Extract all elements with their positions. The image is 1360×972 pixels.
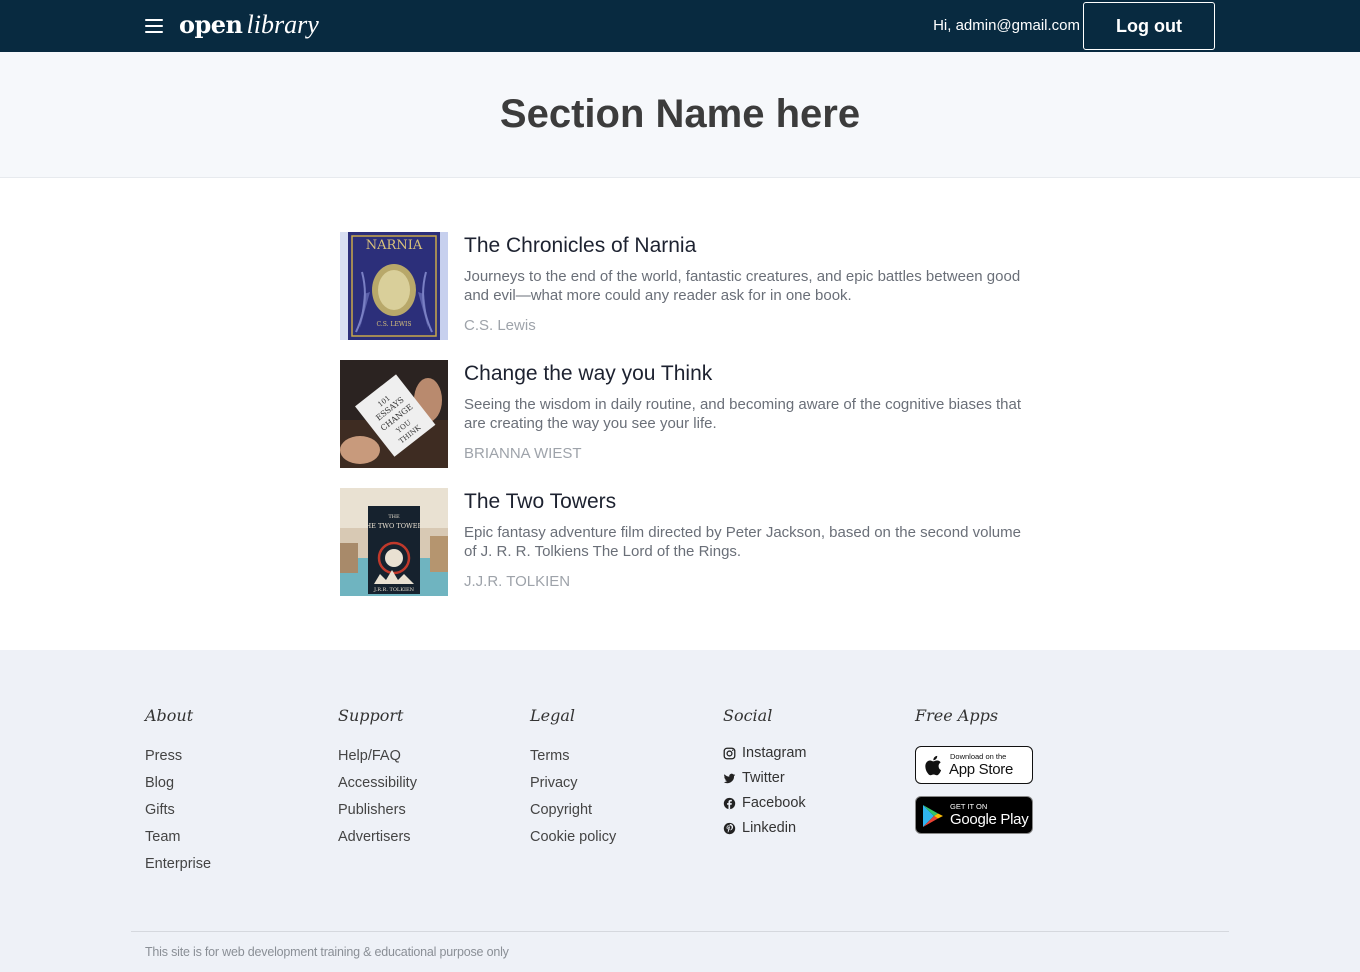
facebook-icon [723,797,736,809]
footer-apps-column: Free Apps Download on the App Store GET … [915,706,1033,846]
footer-link-publishers[interactable]: Publishers [338,801,417,819]
footer-link-advertisers[interactable]: Advertisers [338,828,417,846]
apple-icon [925,755,942,776]
svg-text:J.R.R. TOLKIEN: J.R.R. TOLKIEN [373,587,415,593]
footer-about-column: About Press Blog Gifts Team Enterprise [145,706,211,882]
footer-legal-column: Legal Terms Privacy Copyright Cookie pol… [530,706,616,855]
book-title[interactable]: The Chronicles of Narnia [464,234,696,258]
section-title: Section Name here [499,92,861,136]
social-link-label: Twitter [742,770,785,786]
book-description: Epic fantasy adventure film directed by … [464,524,1021,560]
book-title[interactable]: The Two Towers [464,490,616,514]
book-author: J.J.R. TOLKIEN [464,573,571,590]
user-greeting: Hi, admin@gmail.com [933,17,1080,34]
pinterest-icon [723,822,736,834]
google-play-icon [923,805,943,827]
footer-heading: About [145,706,194,725]
site-footer: About Press Blog Gifts Team Enterprise S… [0,650,1360,972]
svg-text:NARNIA: NARNIA [366,238,423,253]
top-navigation-bar: open library Hi, admin@gmail.com Log out [0,0,1360,52]
footer-link-accessibility[interactable]: Accessibility [338,774,417,792]
social-link-label: Instagram [742,745,807,761]
footer-link-help-faq[interactable]: Help/FAQ [338,747,417,765]
footer-link-enterprise[interactable]: Enterprise [145,855,211,873]
footer-link-copyright[interactable]: Copyright [530,801,616,819]
svg-text:THE TWO TOWERS: THE TWO TOWERS [361,522,427,530]
footer-link-team[interactable]: Team [145,828,211,846]
social-link-twitter[interactable]: Twitter [723,769,806,787]
footer-link-cookie-policy[interactable]: Cookie policy [530,828,616,846]
social-link-label: Facebook [742,795,806,811]
book-list-item[interactable]: THE THE TWO TOWERS J.R.R. TOLKIEN The Tw… [340,488,1021,596]
footer-heading: Social [723,706,773,725]
book-list-item[interactable]: NARNIA C.S. LEWIS The Chronicles of Narn… [340,232,1020,340]
svg-text:THE: THE [388,514,400,520]
google-play-badge[interactable]: GET IT ON Google Play [915,796,1033,834]
footer-divider [131,931,1229,932]
footer-link-press[interactable]: Press [145,747,211,765]
footer-link-terms[interactable]: Terms [530,747,616,765]
book-title[interactable]: Change the way you Think [464,362,712,386]
footer-link-gifts[interactable]: Gifts [145,801,211,819]
footer-heading: Support [338,706,404,725]
book-description: Seeing the wisdom in daily routine, and … [464,396,1021,432]
two-towers-book-cover[interactable]: THE THE TWO TOWERS J.R.R. TOLKIEN [340,488,448,596]
svg-text:C.S. LEWIS: C.S. LEWIS [376,321,411,328]
footer-disclaimer: This site is for web development trainin… [145,945,509,959]
footer-social-column: Social Instagram Twitter Facebook Linked… [723,706,806,844]
social-link-facebook[interactable]: Facebook [723,794,806,812]
instagram-icon [723,747,736,759]
open-library-logo[interactable]: open library [179,9,319,41]
book-author: BRIANNA WIEST [464,445,582,462]
book-author: C.S. Lewis [464,317,536,334]
hamburger-menu-icon[interactable] [145,19,163,34]
social-link-linkedin[interactable]: Linkedin [723,819,806,837]
app-store-badge[interactable]: Download on the App Store [915,746,1033,784]
social-link-instagram[interactable]: Instagram [723,744,806,762]
section-header: Section Name here [0,52,1360,178]
twitter-icon [723,773,736,783]
footer-support-column: Support Help/FAQ Accessibility Publisher… [338,706,417,855]
social-link-label: Linkedin [742,820,797,836]
logout-button[interactable]: Log out [1083,2,1215,50]
book-description: Journeys to the end of the world, fantas… [464,268,1021,304]
footer-link-blog[interactable]: Blog [145,774,211,792]
footer-heading: Free Apps [915,706,999,725]
footer-heading: Legal [530,706,575,725]
footer-link-privacy[interactable]: Privacy [530,774,616,792]
book-list-item[interactable]: 101 ESSAYS CHANGE YOU THINK Change the w… [340,360,1021,468]
essays-book-cover[interactable]: 101 ESSAYS CHANGE YOU THINK [340,360,448,468]
narnia-book-cover[interactable]: NARNIA C.S. LEWIS [340,232,448,340]
